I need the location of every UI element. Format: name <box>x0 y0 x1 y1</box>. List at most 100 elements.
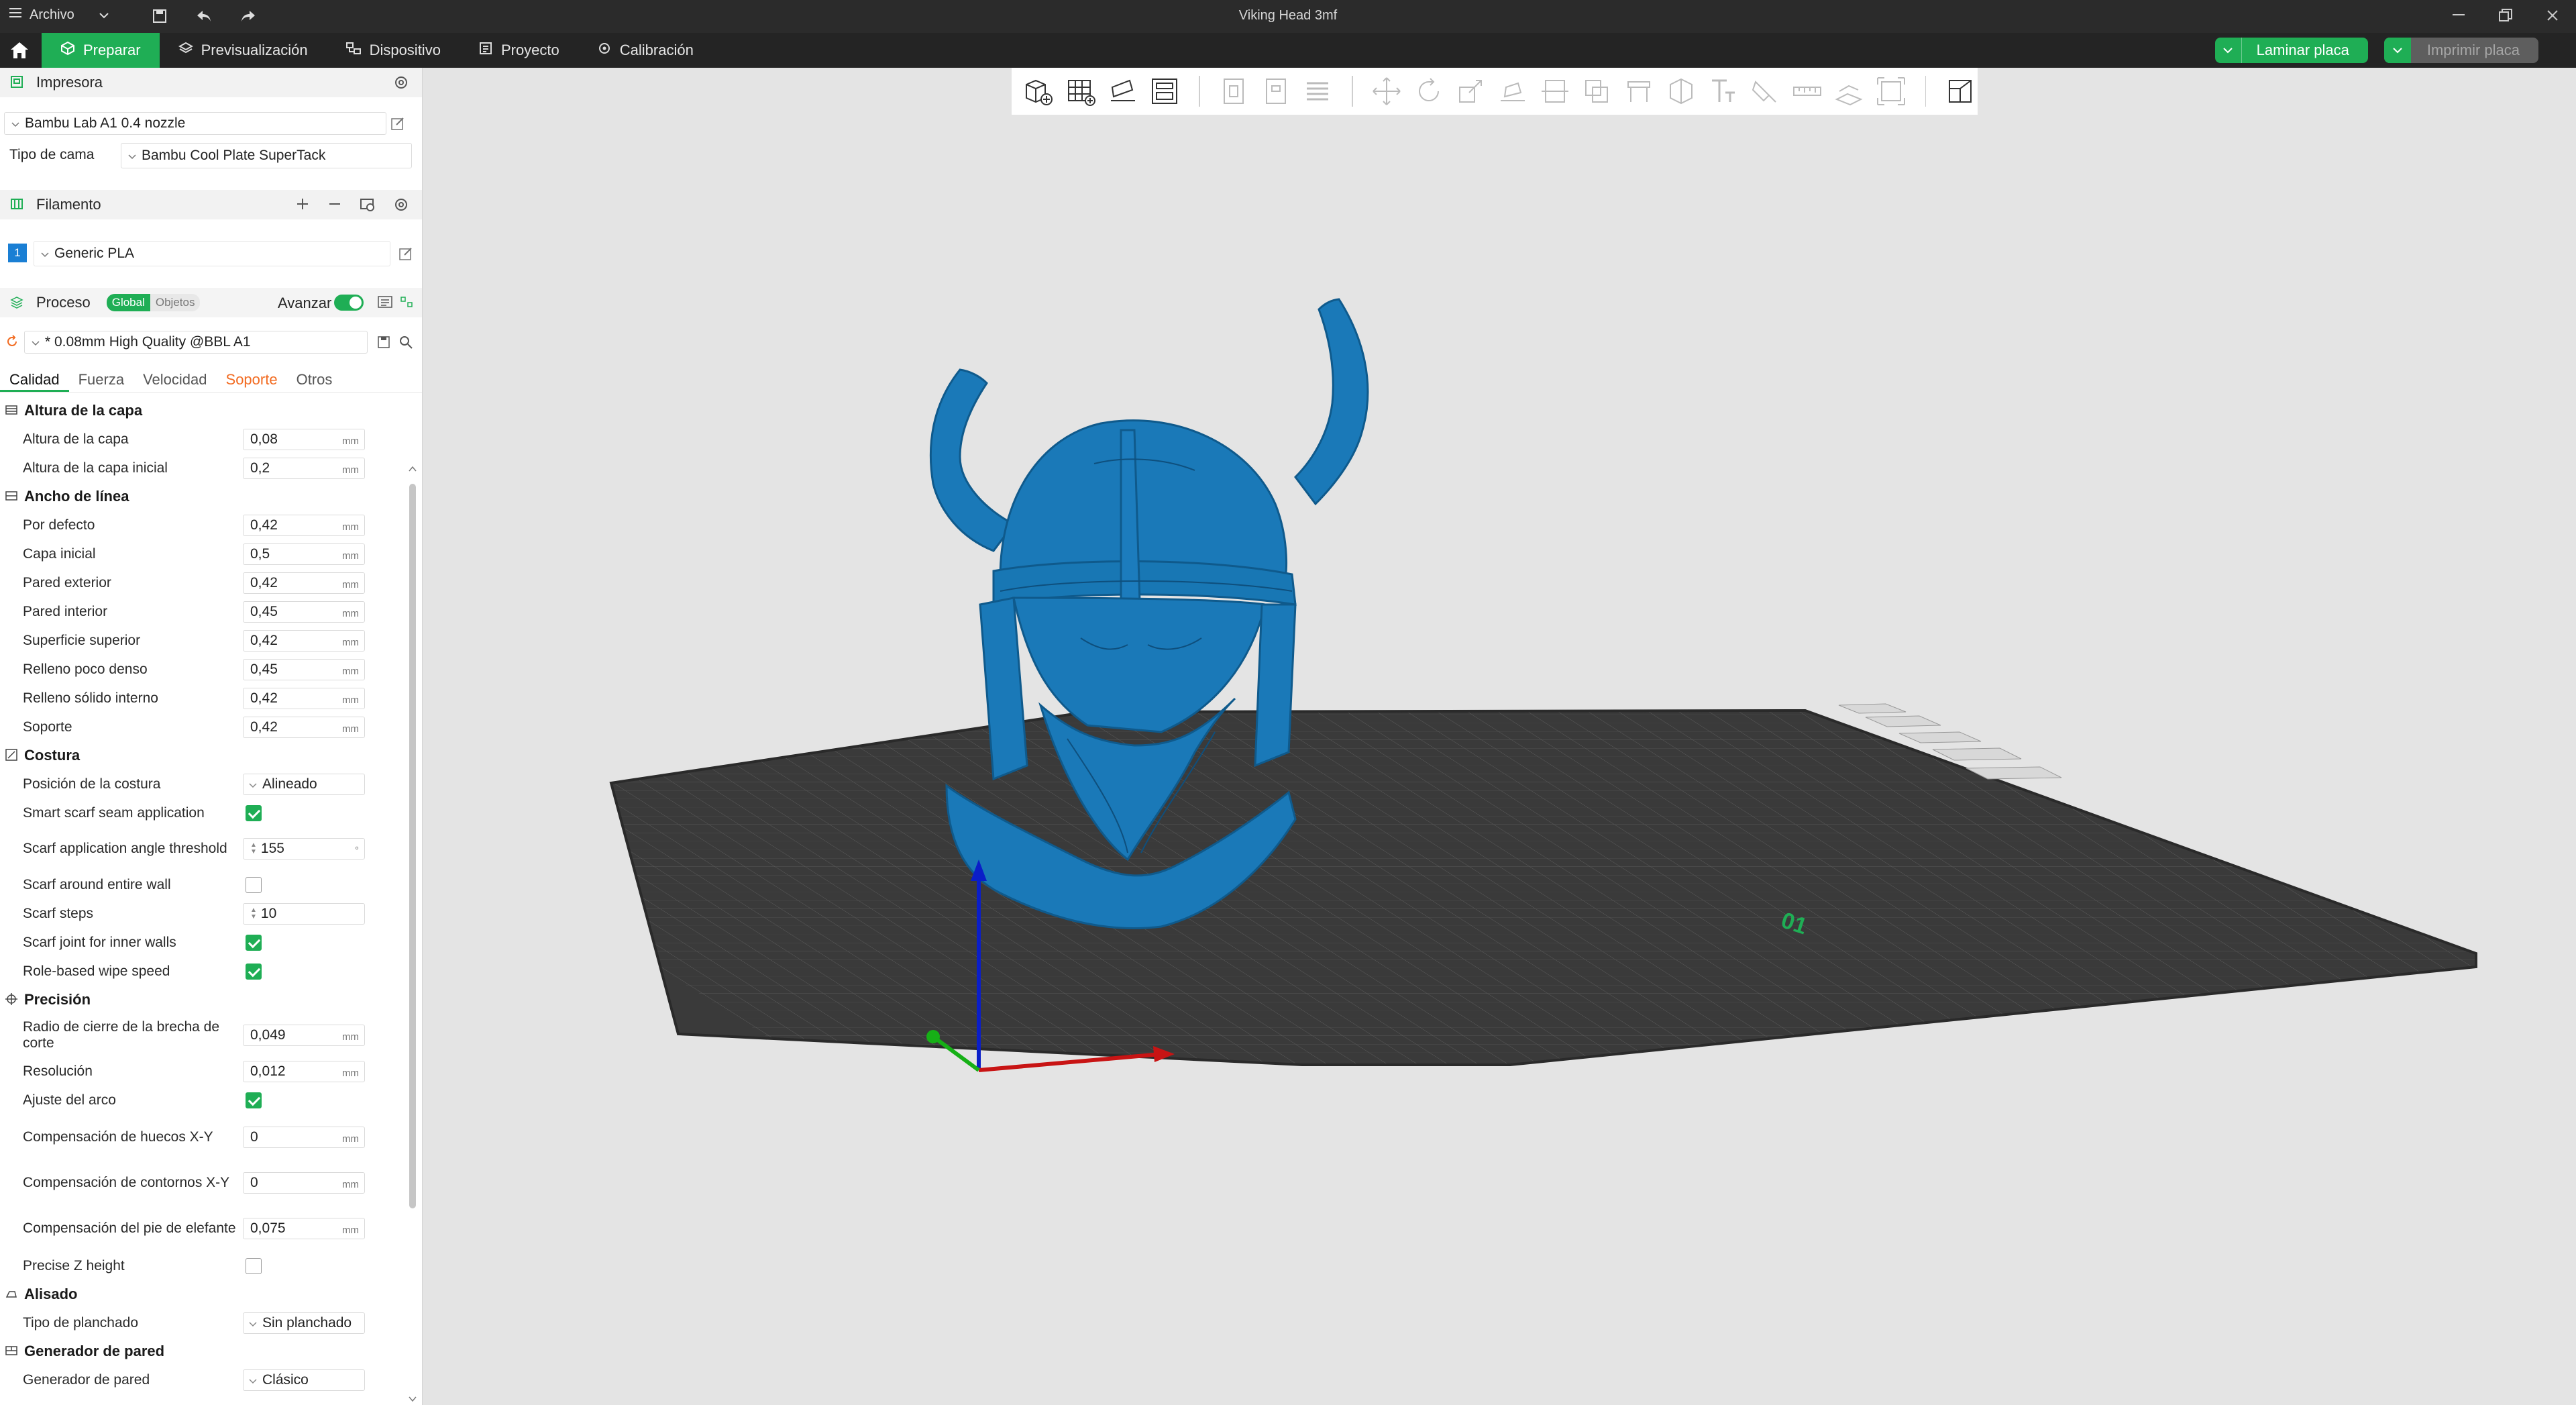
bed-type-select[interactable]: Bambu Cool Plate SuperTack <box>121 143 412 168</box>
scarf-angle-input[interactable]: ▲ ▼ 155 ° <box>243 838 365 860</box>
edit-icon[interactable] <box>398 246 413 264</box>
spinner-icon[interactable]: ▲ ▼ <box>250 906 257 921</box>
tab-project[interactable]: Proyecto <box>460 33 578 68</box>
tab-device[interactable]: Dispositivo <box>327 33 460 68</box>
filament-name: Generic PLA <box>54 246 135 261</box>
search-icon[interactable] <box>398 335 413 353</box>
option-label: Generador de pared <box>23 1371 150 1388</box>
gear-icon[interactable] <box>393 197 409 217</box>
unit-label: mm <box>342 694 359 706</box>
precise-z-checkbox[interactable] <box>246 1257 262 1274</box>
option-label: Posición de la costura <box>23 776 161 792</box>
wall-generator-select[interactable]: Clásico <box>243 1369 365 1391</box>
tab-strength[interactable]: Fuerza <box>69 366 133 392</box>
option-label: Pared interior <box>23 603 108 619</box>
tab-preview[interactable]: Previsualización <box>160 33 327 68</box>
precision-icon <box>5 993 19 1006</box>
remove-icon[interactable] <box>327 197 342 217</box>
build-plate-scene[interactable]: 01 <box>423 68 2576 1405</box>
add-icon[interactable] <box>295 197 310 217</box>
option-label: Precise Z height <box>23 1257 125 1273</box>
scarf-inner-walls-checkbox[interactable] <box>246 934 262 951</box>
list-view-icon[interactable] <box>377 295 393 313</box>
ironing-type-select[interactable]: Sin planchado <box>243 1312 365 1334</box>
seam-position-select[interactable]: Alineado <box>243 773 365 795</box>
printer-select[interactable]: Bambu Lab A1 0.4 nozzle <box>4 112 386 135</box>
gap-closing-radius-input[interactable]: 0,049 mm <box>243 1025 365 1046</box>
line-width-sparse-infill-input[interactable]: 0,45 mm <box>243 658 365 680</box>
restore-icon[interactable] <box>2496 5 2516 25</box>
scarf-steps-input[interactable]: ▲ ▼ 10 <box>243 902 365 925</box>
slice-plate-button[interactable]: Laminar placa <box>2214 38 2368 63</box>
scrollbar-thumb[interactable] <box>409 484 416 1208</box>
tab-support[interactable]: Soporte <box>217 366 287 392</box>
tab-calibration-label: Calibración <box>619 42 694 58</box>
resolution-input[interactable]: 0,012 mm <box>243 1060 365 1082</box>
tab-quality[interactable]: Calidad <box>0 366 69 392</box>
option-row: Relleno sólido interno 0,42 mm <box>0 684 407 713</box>
line-width-support-input[interactable]: 0,42 mm <box>243 716 365 738</box>
option-label: Altura de la capa inicial <box>23 460 168 476</box>
tab-others[interactable]: Otros <box>287 366 342 392</box>
chevron-down-icon[interactable] <box>2383 38 2411 63</box>
tab-speed[interactable]: Velocidad <box>133 366 216 392</box>
option-row: Superficie superior 0,42 mm <box>0 626 407 655</box>
objects-toggle[interactable]: Objetos <box>150 294 201 311</box>
chevron-down-icon[interactable] <box>409 1394 417 1405</box>
process-profile-select[interactable]: * 0.08mm High Quality @BBL A1 <box>24 331 368 354</box>
close-icon[interactable] <box>2542 5 2563 25</box>
minimize-icon[interactable] <box>2449 5 2469 25</box>
tab-calibration[interactable]: Calibración <box>578 33 712 68</box>
xy-hole-compensation-input[interactable]: 0 mm <box>243 1127 365 1148</box>
save-icon[interactable] <box>149 5 170 27</box>
ironing-icon <box>5 1288 19 1301</box>
chevron-up-icon[interactable] <box>409 464 417 476</box>
home-icon[interactable] <box>0 33 39 68</box>
arc-fitting-checkbox[interactable] <box>246 1092 262 1108</box>
option-row: Resolución 0,012 mm <box>0 1057 407 1086</box>
filament-sync-icon[interactable] <box>360 197 376 217</box>
layer-height-input[interactable]: 0,08 mm <box>243 428 365 450</box>
settings-scrollbar[interactable] <box>407 464 419 1405</box>
elephant-foot-input[interactable]: 0,075 mm <box>243 1218 365 1239</box>
group-title: Costura <box>24 747 80 764</box>
initial-layer-height-input[interactable]: 0,2 mm <box>243 457 365 479</box>
print-plate-button[interactable]: Imprimir placa <box>2383 38 2538 63</box>
field-value: 0,075 <box>250 1220 286 1236</box>
option-label: Pared exterior <box>23 574 111 590</box>
smart-scarf-checkbox[interactable] <box>246 804 262 821</box>
option-row: Relleno poco denso 0,45 mm <box>0 655 407 684</box>
line-width-initial-input[interactable]: 0,5 mm <box>243 543 365 565</box>
3d-viewport[interactable]: 01 <box>423 68 2576 1405</box>
advance-toggle[interactable] <box>334 295 364 311</box>
title-bar: Archivo Viking Head 3mf <box>0 0 2576 33</box>
option-label: Scarf around entire wall <box>23 876 171 892</box>
printer-section-header: Impresora <box>0 68 422 97</box>
compare-icon[interactable] <box>398 295 415 313</box>
scarf-entire-wall-checkbox[interactable] <box>246 876 262 893</box>
option-row: Generador de pared Clásico <box>0 1365 407 1394</box>
global-toggle[interactable]: Global <box>106 294 150 311</box>
filament-slot-badge[interactable]: 1 <box>8 244 27 262</box>
save-preset-icon[interactable] <box>377 335 392 353</box>
file-menu[interactable]: Archivo <box>9 7 109 23</box>
undo-icon[interactable] <box>193 5 215 27</box>
edit-icon[interactable] <box>390 116 405 134</box>
filament-select[interactable]: Generic PLA <box>34 241 390 266</box>
spinner-icon[interactable]: ▲ ▼ <box>250 842 257 855</box>
line-width-outer-wall-input[interactable]: 0,42 mm <box>243 572 365 594</box>
reset-icon[interactable] <box>5 335 19 352</box>
line-width-solid-infill-input[interactable]: 0,42 mm <box>243 687 365 709</box>
line-width-inner-wall-input[interactable]: 0,45 mm <box>243 601 365 623</box>
role-wipe-speed-checkbox[interactable] <box>246 963 262 980</box>
tab-prepare[interactable]: Preparar <box>42 33 160 68</box>
xy-contour-compensation-input[interactable]: 0 mm <box>243 1172 365 1194</box>
option-label: Compensación del pie de elefante <box>23 1220 236 1236</box>
redo-icon[interactable] <box>237 5 259 27</box>
field-value: Clásico <box>262 1371 309 1388</box>
chevron-down-icon[interactable] <box>2215 38 2242 63</box>
line-width-default-input[interactable]: 0,42 mm <box>243 514 365 536</box>
gear-icon[interactable] <box>393 74 409 95</box>
line-width-top-surface-input[interactable]: 0,42 mm <box>243 629 365 652</box>
option-label: Resolución <box>23 1063 93 1079</box>
